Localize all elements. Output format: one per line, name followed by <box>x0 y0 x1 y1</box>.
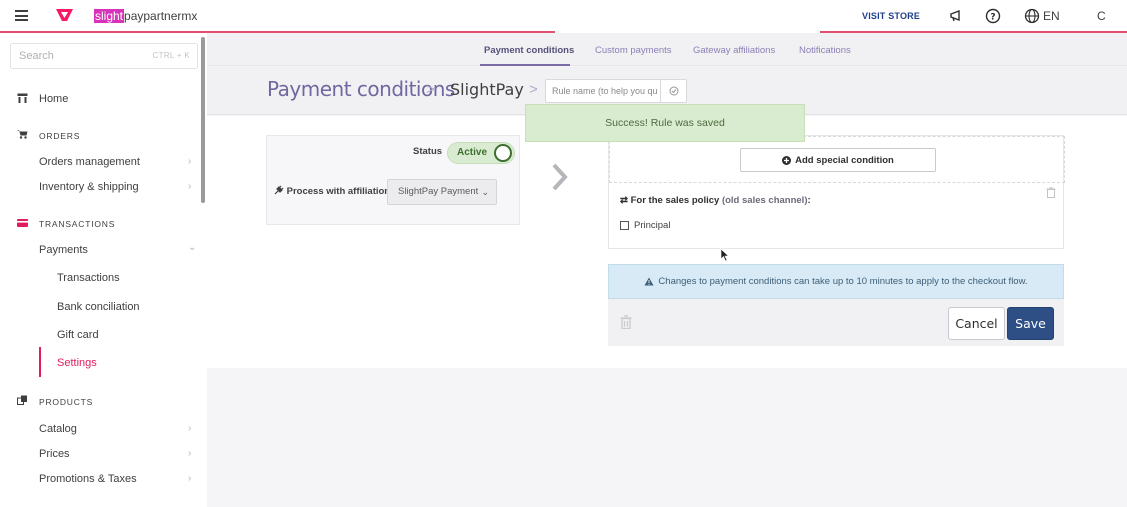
tab-notifications[interactable]: Notifications <box>799 45 851 56</box>
add-condition-area: Add special condition <box>609 136 1065 183</box>
account-name[interactable]: slightpaypartnermx <box>94 9 197 23</box>
sidebar-item-prices[interactable]: Prices <box>39 448 70 460</box>
success-toast: Success! Rule was saved <box>525 104 805 142</box>
check-circle-icon <box>669 86 678 96</box>
sidebar-section-orders: ORDERS <box>39 131 81 141</box>
status-value: Active <box>457 147 488 158</box>
status-toggle[interactable]: Active <box>447 142 515 164</box>
affiliation-selected-value: SlightPay Payment <box>398 186 479 197</box>
plus-circle-icon <box>782 155 792 165</box>
svg-text:?: ? <box>990 13 995 23</box>
breadcrumb-current: SlightPay <box>450 80 524 99</box>
search-shortcut: CTRL + K <box>152 51 190 60</box>
chevron-right-icon <box>552 163 568 191</box>
form-footer: Cancel Save <box>608 299 1064 346</box>
rule-name-field <box>545 79 687 103</box>
principal-checkbox[interactable] <box>620 221 629 230</box>
toast-message: Success! Rule was saved <box>605 117 725 129</box>
sidebar-item-catalog[interactable]: Catalog <box>39 423 77 435</box>
info-message: Changes to payment conditions can take u… <box>658 276 1028 287</box>
affiliation-label: Process with affiliation: <box>274 185 393 197</box>
menu-icon[interactable] <box>15 10 28 21</box>
breadcrumb-separator: > <box>426 81 435 98</box>
conditions-box: Add special condition ⇄ For the sales po… <box>608 135 1065 249</box>
chevron-right-icon: › <box>188 156 192 167</box>
sales-policy-muted: (old sales channel) <box>721 195 808 206</box>
active-tab-underline <box>480 64 570 66</box>
tab-payment-conditions[interactable]: Payment conditions <box>484 45 574 56</box>
sidebar-item-settings[interactable]: Settings <box>57 357 97 369</box>
chevron-right-icon: › <box>188 181 192 192</box>
warning-icon <box>644 277 654 286</box>
affiliation-label-text: Process with affiliation: <box>286 186 394 197</box>
sidebar-section-transactions: TRANSACTIONS <box>39 219 116 229</box>
save-button[interactable]: Save <box>1007 307 1054 340</box>
sales-policy-text: For the sales policy <box>630 195 720 206</box>
add-special-condition-label: Add special condition <box>795 154 894 166</box>
sidebar-item-home[interactable]: Home <box>39 93 68 105</box>
help-icon[interactable]: ? <box>985 8 1001 24</box>
megaphone-icon[interactable] <box>948 8 964 24</box>
chevron-down-icon: ⌄ <box>481 187 489 197</box>
main-area: Payment conditions Custom payments Gatew… <box>207 33 1127 507</box>
principal-label: Principal <box>634 220 671 231</box>
principal-checkbox-row[interactable]: Principal <box>620 220 670 231</box>
globe-icon[interactable] <box>1024 8 1040 24</box>
mouse-cursor-icon <box>720 248 730 262</box>
vtex-logo-icon[interactable] <box>55 8 74 22</box>
sidebar-item-orders-management[interactable]: Orders management <box>39 156 140 168</box>
toggle-knob <box>494 144 512 162</box>
user-avatar[interactable]: C <box>1097 9 1106 23</box>
cancel-button[interactable]: Cancel <box>948 307 1005 340</box>
sales-policy-label: ⇄ For the sales policy (old sales channe… <box>620 195 811 206</box>
add-special-condition-button[interactable]: Add special condition <box>740 148 936 172</box>
sidebar-search: CTRL + K <box>10 43 198 69</box>
language-selector[interactable]: EN <box>1043 9 1060 23</box>
affiliation-select[interactable]: SlightPay Payment ⌄ <box>387 179 497 205</box>
sales-policy-colon: : <box>807 195 811 206</box>
sidebar-item-inventory-shipping[interactable]: Inventory & shipping <box>39 181 139 193</box>
chevron-right-icon: › <box>188 448 192 459</box>
plug-icon <box>274 185 284 195</box>
sidebar-item-gift-card[interactable]: Gift card <box>57 329 99 341</box>
sidebar-item-payments[interactable]: Payments <box>39 244 88 256</box>
tabs-bar: Payment conditions Custom payments Gatew… <box>207 33 1127 66</box>
rule-name-input[interactable] <box>552 81 662 101</box>
sidebar-item-promotions-taxes[interactable]: Promotions & Taxes <box>39 473 137 485</box>
tab-custom-payments[interactable]: Custom payments <box>595 45 672 56</box>
swap-icon: ⇄ <box>620 195 628 206</box>
chevron-down-icon: ⌄ <box>188 242 197 253</box>
chevron-right-icon: › <box>188 473 192 484</box>
chevron-right-icon: › <box>188 423 192 434</box>
active-indicator <box>39 347 41 377</box>
top-bar: slightpaypartnermx VISIT STORE ? EN C <box>0 0 1127 33</box>
sidebar-item-transactions[interactable]: Transactions <box>57 272 120 284</box>
products-icon <box>17 395 27 405</box>
info-banner: Changes to payment conditions can take u… <box>608 264 1064 299</box>
trash-icon[interactable] <box>1046 187 1056 198</box>
visit-store-link[interactable]: VISIT STORE <box>862 11 920 21</box>
cart-icon <box>17 130 28 139</box>
credit-card-icon <box>17 219 28 227</box>
confirm-rule-name-button[interactable] <box>660 80 686 102</box>
tab-gateway-affiliations[interactable]: Gateway affiliations <box>693 45 775 56</box>
store-icon <box>17 93 28 103</box>
sidebar-item-bank-conciliation[interactable]: Bank conciliation <box>57 301 140 313</box>
breadcrumb-separator: > <box>529 81 538 98</box>
search-input[interactable] <box>19 45 139 67</box>
sidebar: CTRL + K Home ORDERS Orders management ›… <box>0 33 207 507</box>
sidebar-section-products: PRODUCTS <box>39 397 94 407</box>
status-label: Status <box>413 146 443 157</box>
sidebar-scrollbar[interactable] <box>201 37 205 203</box>
trash-icon[interactable] <box>620 315 632 329</box>
